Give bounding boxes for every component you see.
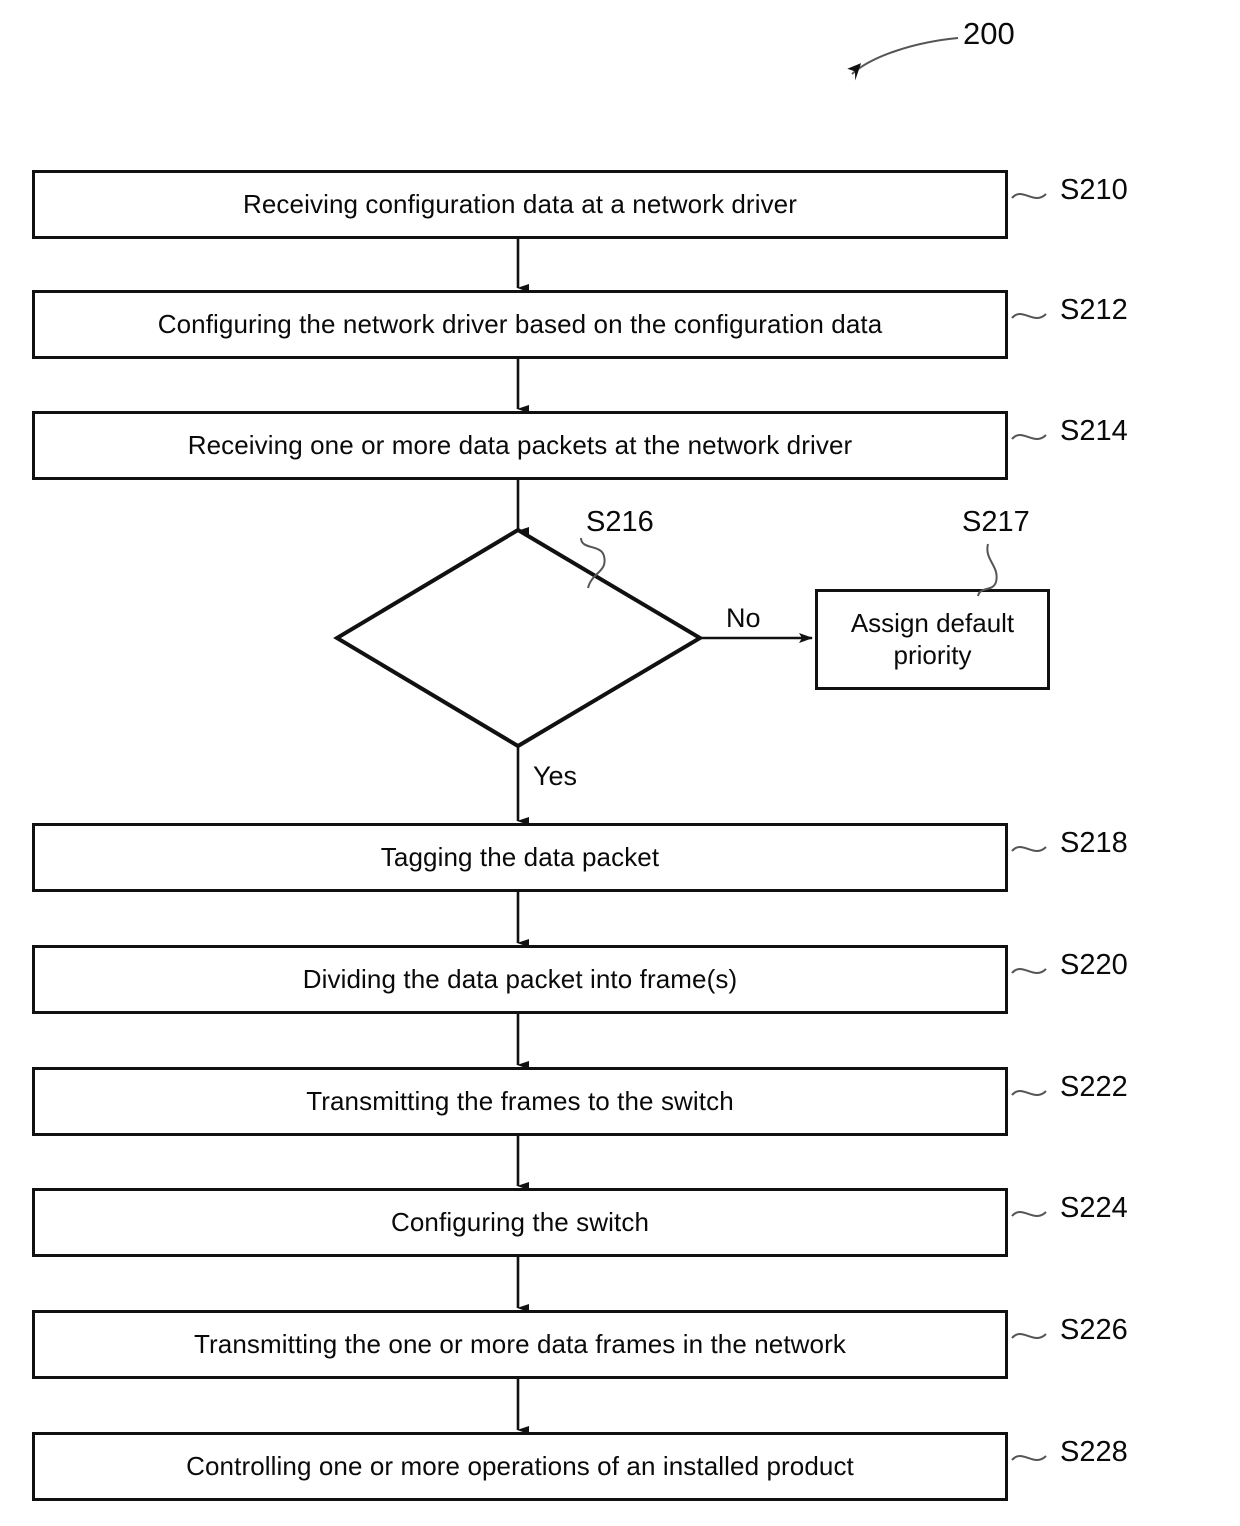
process-box-s228-text: Controlling one or more operations of an… xyxy=(186,1451,854,1482)
leader-line-s220 xyxy=(1011,968,1047,974)
step-label-s216: S216 xyxy=(586,506,654,538)
leader-line-s222 xyxy=(1011,1090,1047,1096)
step-label-s228: S228 xyxy=(1060,1436,1128,1468)
s217-line2: priority xyxy=(893,639,972,670)
step-label-s218: S218 xyxy=(1060,827,1128,859)
leader-line-s212 xyxy=(1011,313,1047,319)
leader-line-s210 xyxy=(1011,193,1047,199)
leader-line-s218 xyxy=(1011,846,1047,852)
process-box-s226: Transmitting the one or more data frames… xyxy=(32,1310,1008,1379)
leader-line-s226 xyxy=(1011,1333,1047,1339)
process-box-s220: Dividing the data packet into frame(s) xyxy=(32,945,1008,1014)
step-label-s217: S217 xyxy=(962,506,1030,538)
step-label-s226: S226 xyxy=(1060,1314,1128,1346)
figure-number-200: 200 xyxy=(963,16,1015,51)
process-box-s214: Receiving one or more data packets at th… xyxy=(32,411,1008,480)
branch-label-yes: Yes xyxy=(533,761,578,791)
figure-number-leader-arrow xyxy=(847,37,959,81)
decision-text-line1: Segregation xyxy=(447,603,589,633)
process-box-s226-text: Transmitting the one or more data frames… xyxy=(194,1329,846,1360)
leader-line-s228 xyxy=(1011,1455,1047,1461)
process-box-s210: Receiving configuration data at a networ… xyxy=(32,170,1008,239)
process-box-s214-text: Receiving one or more data packets at th… xyxy=(187,430,853,461)
process-box-s210-text: Receiving configuration data at a networ… xyxy=(243,189,797,220)
step-label-s224: S224 xyxy=(1060,1192,1128,1224)
step-label-s220: S220 xyxy=(1060,949,1128,981)
process-box-s212-text: Configuring the network driver based on … xyxy=(157,309,883,340)
process-box-s212: Configuring the network driver based on … xyxy=(32,290,1008,359)
leader-line-s214 xyxy=(1011,434,1047,440)
step-label-s214: S214 xyxy=(1060,415,1128,447)
patent-flowchart-figure: 200 Receiving configuration data at a ne… xyxy=(0,0,1240,1526)
process-box-s222: Transmitting the frames to the switch xyxy=(32,1067,1008,1136)
step-label-leaders xyxy=(1011,193,1047,1461)
leader-line-s216 xyxy=(580,537,606,589)
process-box-s217: Assign default priority xyxy=(815,589,1050,690)
process-box-s220-text: Dividing the data packet into frame(s) xyxy=(302,964,738,995)
decision-diamond-s216-text: Segregation features? xyxy=(353,603,683,666)
step-label-s212: S212 xyxy=(1060,294,1128,326)
process-box-s218: Tagging the data packet xyxy=(32,823,1008,892)
step-label-s210: S210 xyxy=(1060,174,1128,206)
branch-label-no: No xyxy=(726,603,761,633)
process-box-s224-text: Configuring the switch xyxy=(391,1207,649,1238)
process-box-s222-text: Transmitting the frames to the switch xyxy=(306,1086,734,1117)
process-box-s224: Configuring the switch xyxy=(32,1188,1008,1257)
step-label-s222: S222 xyxy=(1060,1071,1128,1103)
process-box-s228: Controlling one or more operations of an… xyxy=(32,1432,1008,1501)
decision-text-line2: features? xyxy=(463,634,573,665)
process-box-s217-text: Assign default priority xyxy=(845,608,1020,670)
process-box-s218-text: Tagging the data packet xyxy=(380,842,660,873)
s217-line1: Assign default xyxy=(850,608,1015,639)
leader-line-s224 xyxy=(1011,1211,1047,1217)
